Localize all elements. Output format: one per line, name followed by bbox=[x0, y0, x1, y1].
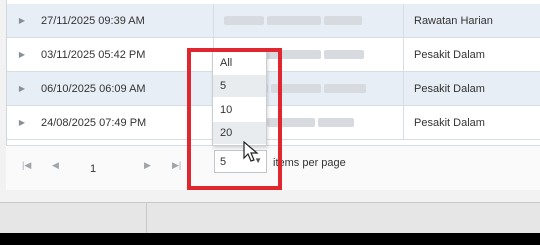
expand-row-icon[interactable]: ▶ bbox=[7, 50, 37, 59]
annotation-highlight-box bbox=[187, 48, 282, 190]
cell-type: Rawatan Harian bbox=[403, 4, 540, 37]
status-bar bbox=[0, 202, 540, 234]
prev-page-icon[interactable]: ◀ bbox=[52, 160, 59, 171]
cell-date: 27/11/2025 09:39 AM bbox=[41, 14, 145, 27]
items-per-page-label: items per page bbox=[273, 157, 346, 169]
app-frame: ▶ 27/11/2025 09:39 AM Rawatan Harian ▶ 0… bbox=[0, 0, 540, 245]
cell-id-redacted bbox=[213, 4, 403, 37]
current-page-number[interactable]: 1 bbox=[90, 163, 96, 175]
cell-type: Pesakit Dalam bbox=[403, 72, 540, 105]
expand-row-icon[interactable]: ▶ bbox=[7, 16, 37, 25]
expand-row-icon[interactable]: ▶ bbox=[7, 84, 37, 93]
cell-type: Pesakit Dalam bbox=[403, 38, 540, 71]
screen-bottom-edge bbox=[0, 233, 540, 245]
next-page-icon[interactable]: ▶ bbox=[144, 160, 151, 171]
table-row[interactable]: ▶ 27/11/2025 09:39 AM Rawatan Harian bbox=[7, 4, 540, 38]
expand-row-icon[interactable]: ▶ bbox=[7, 118, 37, 127]
cell-type: Pesakit Dalam bbox=[403, 106, 540, 139]
last-page-icon[interactable]: ▶| bbox=[172, 160, 181, 171]
status-bar-divider bbox=[146, 203, 147, 234]
first-page-icon[interactable]: |◀ bbox=[22, 160, 31, 171]
mouse-pointer-icon bbox=[243, 141, 259, 162]
